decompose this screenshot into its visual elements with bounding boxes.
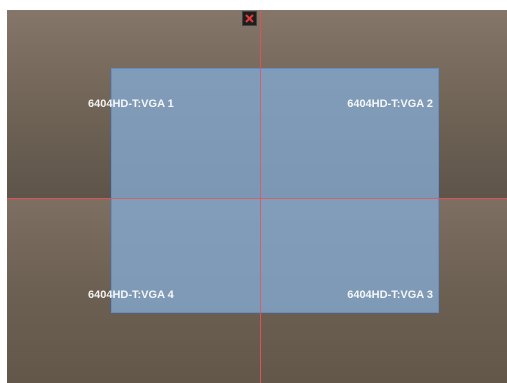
close-button[interactable]: [242, 11, 257, 26]
overlay-horizontal-divider: [111, 198, 439, 199]
display-wall-canvas[interactable]: 6404HD-T:VGA 1 6404HD-T:VGA 2 6404HD-T:V…: [7, 10, 507, 383]
overlay-vertical-divider: [260, 68, 261, 313]
screen-label-3: 6404HD-T:VGA 3: [347, 289, 433, 301]
screen-label-4: 6404HD-T:VGA 4: [88, 289, 174, 301]
close-icon: [245, 14, 254, 23]
screen-label-1: 6404HD-T:VGA 1: [88, 98, 174, 110]
screen-label-2: 6404HD-T:VGA 2: [347, 98, 433, 110]
